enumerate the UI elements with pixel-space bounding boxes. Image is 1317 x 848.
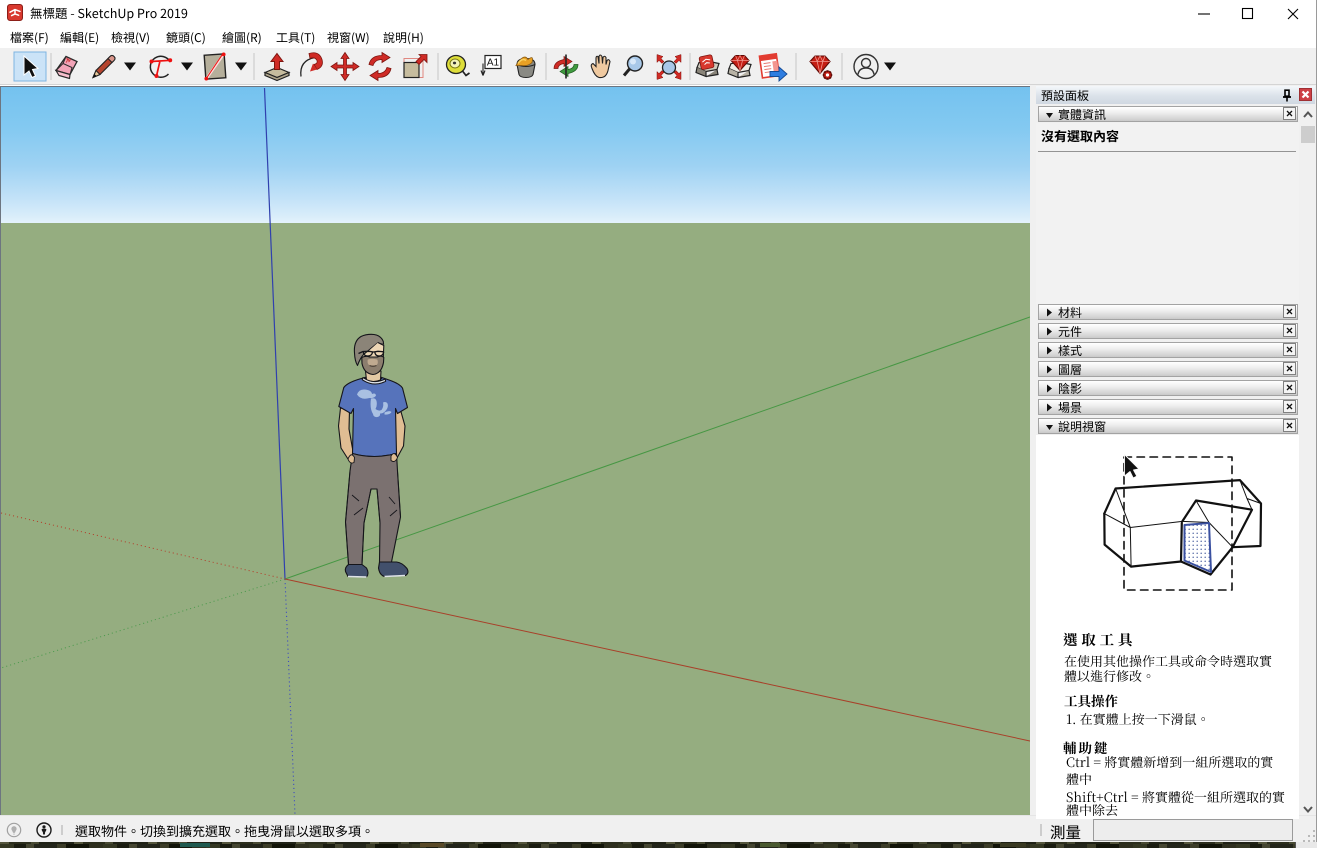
svg-text:A1: A1	[487, 58, 500, 69]
